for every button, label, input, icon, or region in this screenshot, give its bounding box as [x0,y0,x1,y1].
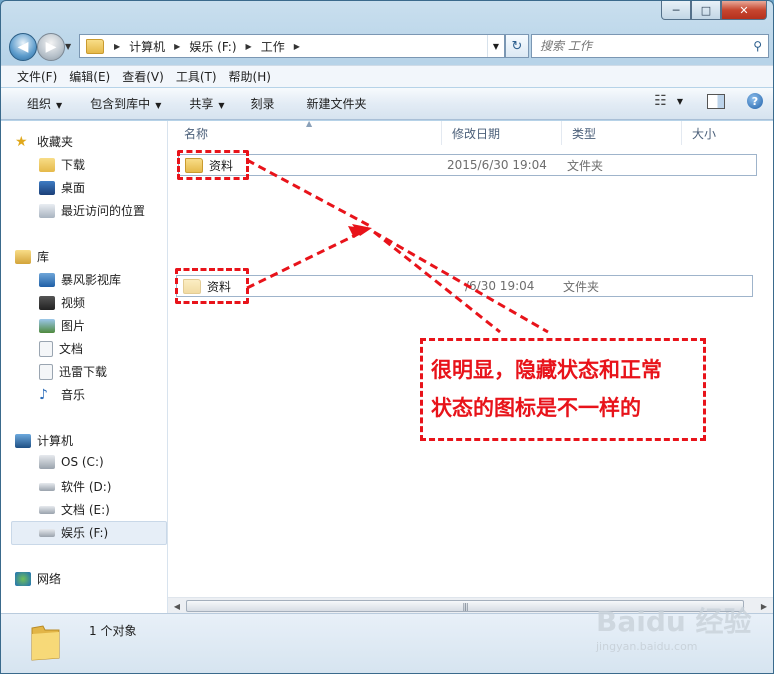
callout-line-1: 很明显，隐藏状态和正常 [431,358,662,382]
arrow-line [246,158,371,228]
arrow-line [373,230,501,334]
annotation-callout: 很明显，隐藏状态和正常 状态的图标是不一样的 [420,338,706,441]
watermark-logo: Baidu 经验 [596,605,752,638]
arrow-line [246,228,367,290]
watermark-url: jingyan.baidu.com [596,640,698,653]
annotation-arrows [246,158,549,334]
callout-line-2: 状态的图标是不一样的 [431,396,641,420]
arrow-line [373,230,549,334]
